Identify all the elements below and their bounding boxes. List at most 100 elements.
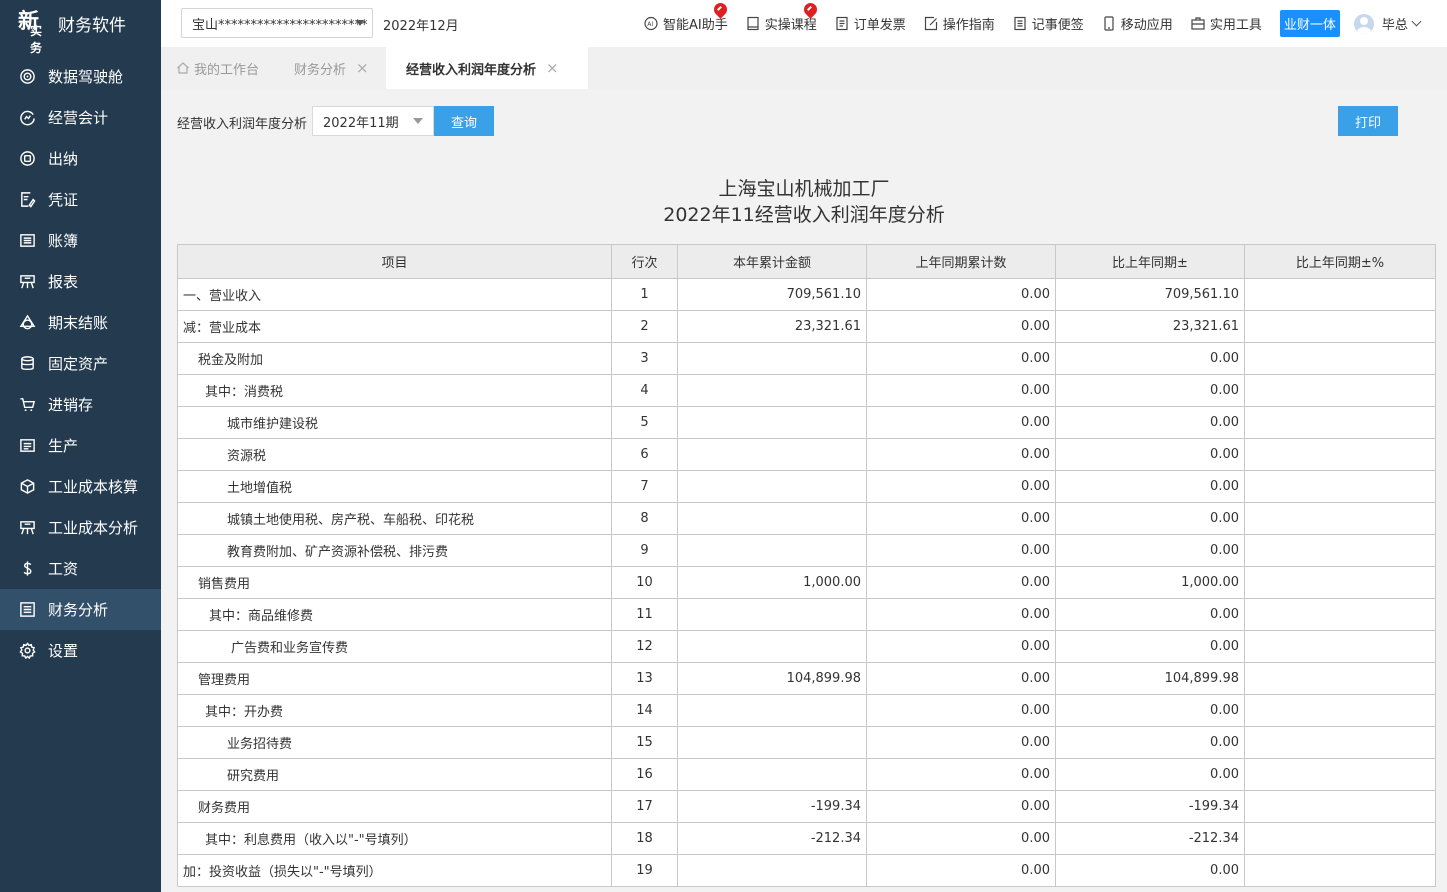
sidebar-item-label: 经营会计 xyxy=(48,109,109,127)
row-prior-amount: 0.00 xyxy=(866,406,1056,439)
toolbar-item[interactable]: 实操课程 xyxy=(746,0,820,33)
row-difference-percent xyxy=(1244,758,1436,791)
row-current-amount xyxy=(677,406,867,439)
table-row: 资源税 6 0.00 0.00 xyxy=(177,438,1436,471)
row-current-amount xyxy=(677,598,867,631)
row-current-amount: -199.34 xyxy=(677,790,867,823)
row-item: 广告费和业务宣传费 xyxy=(177,630,612,663)
avatar xyxy=(1353,13,1374,34)
integration-badge-button[interactable]: 业财一体 xyxy=(1279,10,1340,37)
toolbar-item[interactable]: AI 智能AI助手 xyxy=(644,0,730,33)
row-current-amount: 23,321.61 xyxy=(677,310,867,343)
analysis-icon xyxy=(18,519,36,537)
sidebar-item[interactable]: 经营会计 xyxy=(0,97,161,138)
sidebar-item[interactable]: 工业成本核算 xyxy=(0,466,161,507)
print-button[interactable]: 打印 xyxy=(1338,106,1398,136)
sidebar-item[interactable]: 工业成本分析 xyxy=(0,507,161,548)
tab-financial-analysis[interactable]: 财务分析 × xyxy=(279,47,386,89)
period-select[interactable]: 2022年11期 xyxy=(312,106,434,136)
row-line-number: 7 xyxy=(611,470,678,503)
row-item: 加：投资收益（损失以"-"号填列） xyxy=(177,854,612,887)
row-difference: 104,899.98 xyxy=(1055,662,1245,695)
report-icon xyxy=(18,273,36,291)
sidebar-item-label: 报表 xyxy=(48,273,79,291)
sidebar-item[interactable]: 进销存 xyxy=(0,384,161,425)
sidebar-item-label: 设置 xyxy=(48,642,79,660)
row-prior-amount: 0.00 xyxy=(866,534,1056,567)
table-row: 税金及附加 3 0.00 0.00 xyxy=(177,342,1436,375)
sidebar-item[interactable]: 财务分析 xyxy=(0,589,161,630)
row-prior-amount: 0.00 xyxy=(866,470,1056,503)
sidebar-item[interactable]: 报表 xyxy=(0,261,161,302)
row-line-number: 19 xyxy=(611,854,678,887)
table-row: 管理费用 13 104,899.98 0.00 104,899.98 xyxy=(177,662,1436,695)
row-difference-percent xyxy=(1244,534,1436,567)
row-item: 教育费附加、矿产资源补偿税、排污费 xyxy=(177,534,612,567)
tab-income-profit-analysis[interactable]: 经营收入利润年度分析 × xyxy=(386,47,588,89)
row-line-number: 16 xyxy=(611,758,678,791)
table-row: 其中：消费税 4 0.00 0.00 xyxy=(177,374,1436,407)
user-menu[interactable]: 毕总 xyxy=(1353,13,1422,34)
row-difference: 0.00 xyxy=(1055,534,1245,567)
sidebar-item[interactable]: 设置 xyxy=(0,630,161,671)
row-item: 一、营业收入 xyxy=(177,278,612,311)
row-difference: 23,321.61 xyxy=(1055,310,1245,343)
table-row: 减：营业成本 2 23,321.61 0.00 23,321.61 xyxy=(177,310,1436,343)
row-line-number: 4 xyxy=(611,374,678,407)
sidebar-item[interactable]: 数据驾驶舱 xyxy=(0,56,161,97)
toolbar-item[interactable]: 操作指南 xyxy=(924,14,995,33)
row-difference: 0.00 xyxy=(1055,630,1245,663)
toolbar-item[interactable]: 实用工具 xyxy=(1191,14,1262,33)
sidebar-item-label: 账簿 xyxy=(48,232,79,250)
row-difference: 0.00 xyxy=(1055,758,1245,791)
tab-label: 我的工作台 xyxy=(194,62,260,78)
toolbar-item[interactable]: 移动应用 xyxy=(1102,14,1173,33)
financial-analysis-icon xyxy=(18,601,36,619)
sidebar-item[interactable]: 固定资产 xyxy=(0,343,161,384)
sidebar-item[interactable]: 工资 xyxy=(0,548,161,589)
row-difference-percent xyxy=(1244,374,1436,407)
row-difference-percent xyxy=(1244,790,1436,823)
company-select-value: 宝山*********************** xyxy=(192,17,368,33)
row-current-amount xyxy=(677,726,867,759)
sidebar-item[interactable]: 期末结账 xyxy=(0,302,161,343)
toolbox-icon xyxy=(1191,16,1205,31)
row-current-amount xyxy=(677,470,867,503)
toolbar-item-label: 订单发票 xyxy=(853,18,906,33)
sidebar-item-label: 固定资产 xyxy=(48,355,109,373)
row-prior-amount: 0.00 xyxy=(866,854,1056,887)
sidebar-item[interactable]: 出纳 xyxy=(0,138,161,179)
table-row: 土地增值税 7 0.00 0.00 xyxy=(177,470,1436,503)
toolbar-item-label: 操作指南 xyxy=(942,18,995,33)
table-row: 广告费和业务宣传费 12 0.00 0.00 xyxy=(177,630,1436,663)
report-table: 项目 行次 本年累计金额 上年同期累计数 比上年同期± 比上年同期±% 一、营业… xyxy=(177,244,1436,887)
tab-workbench[interactable]: 我的工作台 xyxy=(161,47,279,89)
row-difference: 0.00 xyxy=(1055,726,1245,759)
column-header: 项目 xyxy=(177,244,612,279)
sidebar-item-label: 工资 xyxy=(48,560,79,578)
toolbar-item[interactable]: 记事便签 xyxy=(1013,14,1084,33)
table-row: 城镇土地使用税、房产税、车船税、印花税 8 0.00 0.00 xyxy=(177,502,1436,535)
row-prior-amount: 0.00 xyxy=(866,598,1056,631)
row-prior-amount: 0.00 xyxy=(866,566,1056,599)
row-line-number: 13 xyxy=(611,662,678,695)
row-prior-amount: 0.00 xyxy=(866,342,1056,375)
sidebar-item[interactable]: 凭证 xyxy=(0,179,161,220)
table-header-row: 项目 行次 本年累计金额 上年同期累计数 比上年同期± 比上年同期±% xyxy=(177,244,1436,279)
toolbar-item[interactable]: 订单发票 xyxy=(835,14,906,33)
query-button[interactable]: 查询 xyxy=(434,106,494,136)
table-row: 其中：商品维修费 11 0.00 0.00 xyxy=(177,598,1436,631)
row-item: 城市维护建设税 xyxy=(177,406,612,439)
tabs-bar: 我的工作台 财务分析 × 经营收入利润年度分析 × xyxy=(161,47,1447,89)
sidebar-item[interactable]: 账簿 xyxy=(0,220,161,261)
row-difference: 0.00 xyxy=(1055,342,1245,375)
row-item: 管理费用 xyxy=(177,662,612,695)
close-icon[interactable]: × xyxy=(546,59,559,77)
close-icon[interactable]: × xyxy=(356,59,369,77)
toolbar: AI 智能AI助手 实操课程订单发票 操作指南 记事便签 移动应用 实用工具 业财一体 毕总 xyxy=(644,0,1422,47)
toolbar-item-label: 移动应用 xyxy=(1120,18,1173,33)
company-select[interactable]: 宝山*********************** xyxy=(181,8,373,38)
row-prior-amount: 0.00 xyxy=(866,278,1056,311)
table-row: 一、营业收入 1 709,561.10 0.00 709,561.10 xyxy=(177,278,1436,311)
sidebar-item[interactable]: 生产 xyxy=(0,425,161,466)
